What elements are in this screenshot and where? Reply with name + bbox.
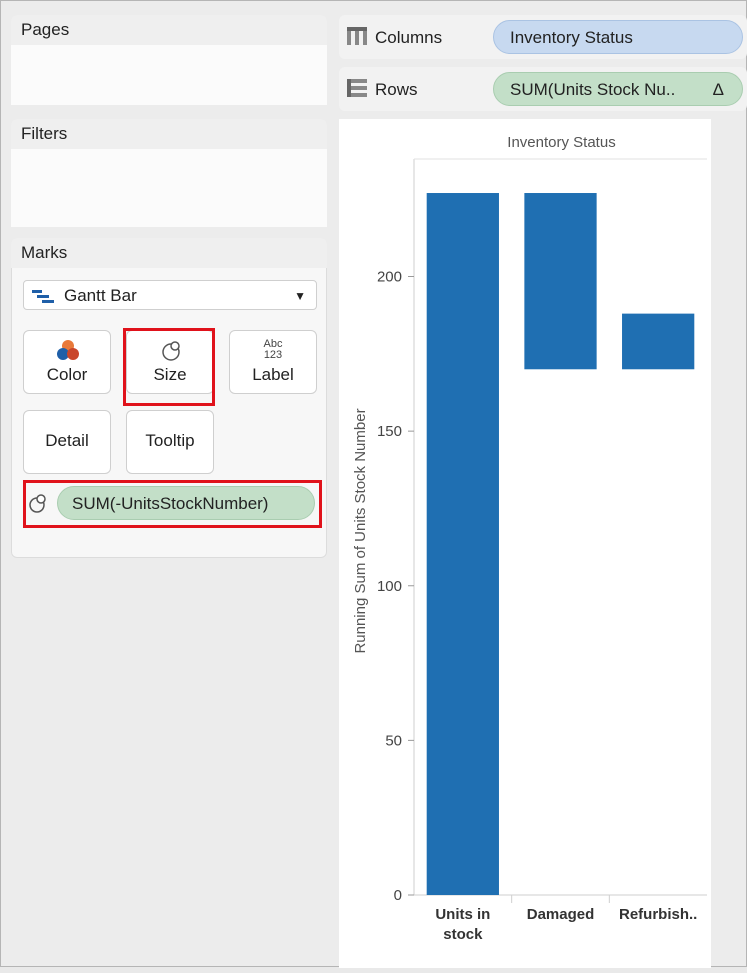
filters-drop-area[interactable] xyxy=(11,149,327,227)
rows-shelf-label: Rows xyxy=(375,80,418,99)
filters-card: Filters xyxy=(11,119,327,227)
y-axis-label: Running Sum of Units Stock Number xyxy=(352,408,369,653)
label-button[interactable]: Abc 123 Label xyxy=(229,330,317,394)
gantt-bar-icon xyxy=(32,290,54,303)
gantt-bar xyxy=(524,193,597,370)
pages-drop-area[interactable] xyxy=(11,45,327,105)
rows-icon xyxy=(347,79,367,97)
gantt-bar xyxy=(622,313,695,370)
columns-shelf-label: Columns xyxy=(375,28,443,47)
size-button-highlight xyxy=(123,328,215,406)
tableau-window: Pages Filters Marks Gantt Bar ▼ Color Si… xyxy=(0,0,747,968)
x-tick-label: Damaged xyxy=(527,906,595,923)
color-button-label: Color xyxy=(46,365,88,384)
chart-title: Inventory Status xyxy=(507,134,615,151)
pages-card-title: Pages xyxy=(11,15,327,45)
x-tick-label: Units in xyxy=(435,906,490,923)
abc-123-icon: Abc 123 xyxy=(230,339,316,361)
columns-shelf: Columns Inventory Status xyxy=(339,15,747,59)
mark-type-dropdown[interactable]: Gantt Bar ▼ xyxy=(23,280,317,310)
mark-type-label: Gantt Bar xyxy=(64,286,137,305)
detail-button[interactable]: Detail xyxy=(23,410,111,474)
detail-button-label: Detail xyxy=(45,431,89,450)
y-tick-label: 150 xyxy=(377,423,402,440)
rows-shelf: Rows SUM(Units Stock Nu.. Δ xyxy=(339,67,747,111)
pages-card: Pages xyxy=(11,15,327,105)
gantt-chart: Inventory Status Running Sum of Units Sto… xyxy=(352,134,707,943)
color-button[interactable]: Color xyxy=(23,330,111,394)
label-button-label: Label xyxy=(252,365,294,384)
y-tick-label: 50 xyxy=(385,732,402,749)
y-tick-label: 200 xyxy=(377,269,402,286)
columns-icon xyxy=(347,27,367,45)
chart-view: Inventory Status Running Sum of Units Sto… xyxy=(339,119,711,968)
tooltip-button[interactable]: Tooltip xyxy=(126,410,214,474)
color-icon xyxy=(57,340,79,360)
chevron-down-icon: ▼ xyxy=(294,289,306,303)
size-field-highlight xyxy=(23,480,322,528)
y-tick-label: 0 xyxy=(394,887,402,904)
marks-card-title: Marks xyxy=(11,238,327,268)
marks-card: Marks Gantt Bar ▼ Color Size Abc 123 Lab… xyxy=(11,238,327,558)
tooltip-button-label: Tooltip xyxy=(145,431,195,450)
columns-pill-label: Inventory Status xyxy=(510,28,633,47)
delta-icon: Δ xyxy=(712,80,724,99)
filters-card-title: Filters xyxy=(11,119,327,149)
x-tick-label: Refurbish.. xyxy=(619,906,697,923)
x-tick-label: stock xyxy=(443,926,483,943)
y-tick-label: 100 xyxy=(377,578,402,595)
columns-pill[interactable]: Inventory Status xyxy=(493,20,743,54)
label-icon-bottom: 123 xyxy=(263,349,283,361)
rows-pill-label: SUM(Units Stock Nu.. xyxy=(510,80,676,99)
rows-pill[interactable]: SUM(Units Stock Nu.. Δ xyxy=(493,72,743,106)
gantt-bar xyxy=(426,193,499,895)
